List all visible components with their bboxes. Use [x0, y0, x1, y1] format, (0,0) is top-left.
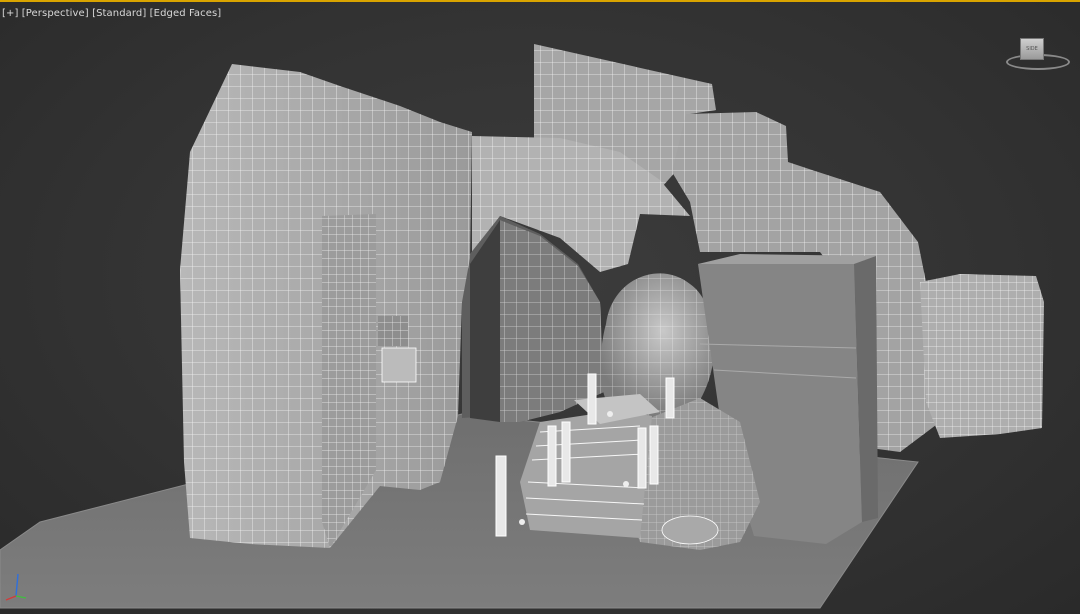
viewcube-icon[interactable]: SIDE [1004, 36, 1070, 70]
viewcube-face[interactable]: SIDE [1020, 38, 1044, 60]
boulder [661, 515, 719, 545]
axis-tripod-icon [5, 573, 27, 601]
perspective-viewport[interactable]: [+] [Perspective] [Standard] [Edged Face… [0, 0, 1080, 614]
scene-render [0, 44, 1044, 609]
